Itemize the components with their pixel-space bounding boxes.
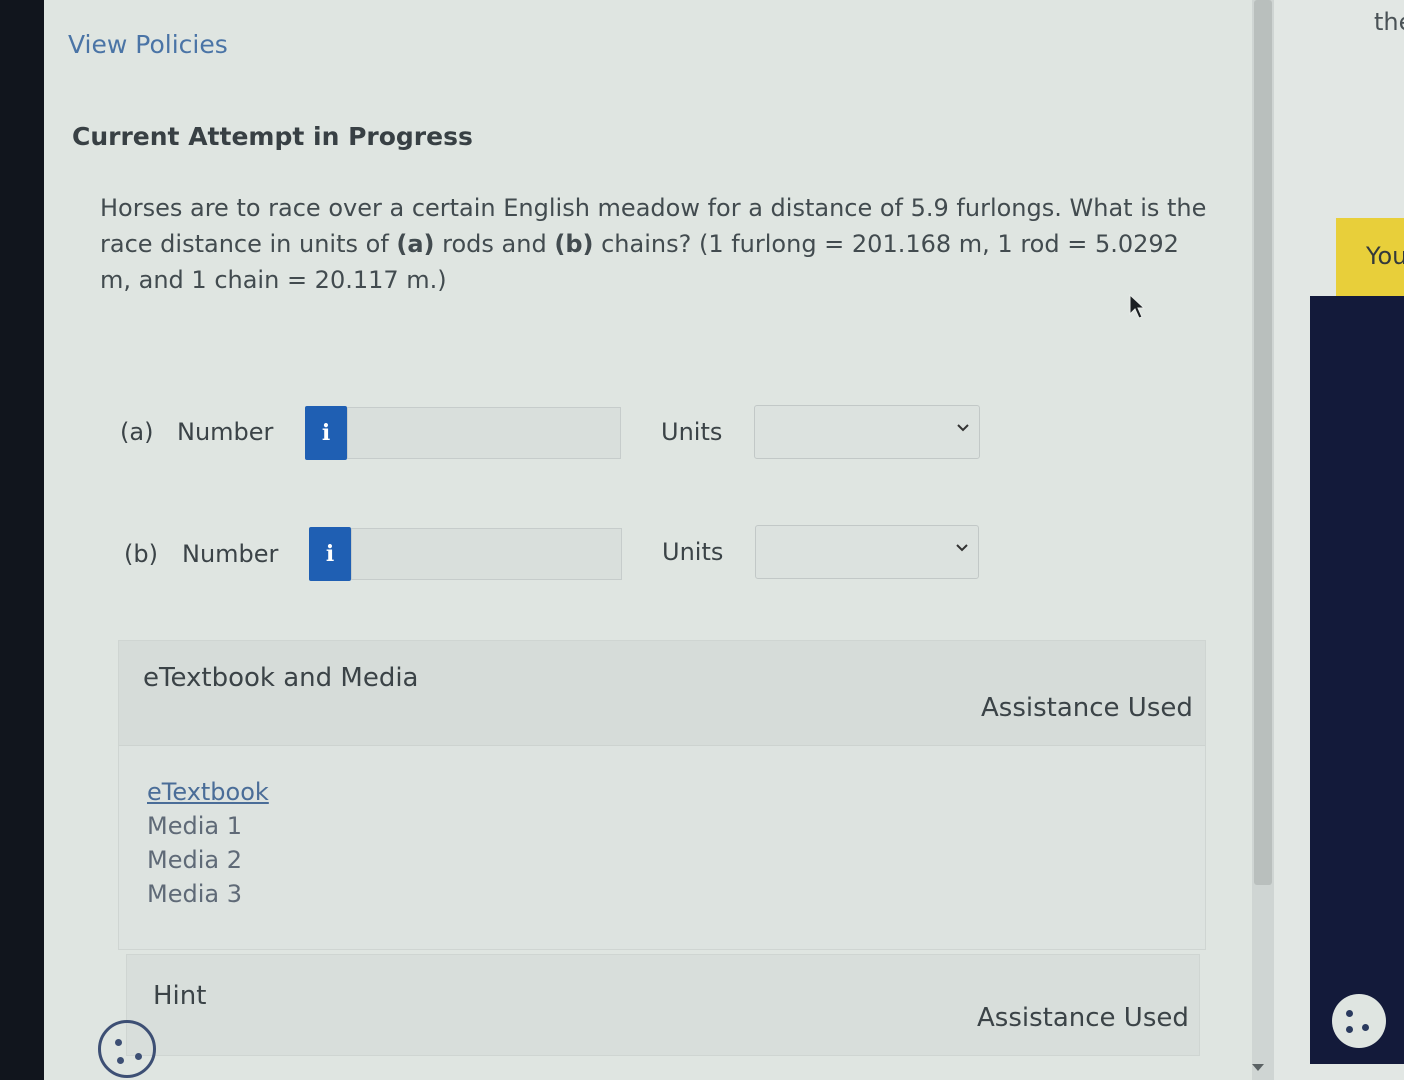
question-text-part-2: rods and: [434, 230, 555, 258]
part-a-units-select[interactable]: [754, 405, 980, 459]
etextbook-media-title: eTextbook and Media: [143, 663, 419, 693]
part-a-number-input[interactable]: [347, 407, 621, 459]
question-label-a: (a): [396, 230, 435, 258]
right-panel-banner-text: You: [1366, 242, 1404, 270]
etextbook-media-header[interactable]: eTextbook and Media Assistance Used: [119, 641, 1205, 746]
info-icon[interactable]: i: [309, 527, 351, 581]
scroll-down-arrow-icon[interactable]: [1252, 1064, 1264, 1071]
chevron-down-icon: [957, 424, 969, 432]
hint-title: Hint: [153, 981, 207, 1011]
media-2-link[interactable]: Media 2: [147, 843, 269, 877]
scrollbar-thumb[interactable]: [1254, 0, 1272, 885]
media-1-link[interactable]: Media 1: [147, 809, 269, 843]
part-b-units-label: Units: [662, 538, 724, 566]
etextbook-link[interactable]: eTextbook: [147, 775, 269, 809]
right-panel-text: the: [1374, 8, 1404, 36]
attempt-heading: Current Attempt in Progress: [72, 122, 473, 151]
hint-assistance-used-label: Assistance Used: [977, 1003, 1189, 1033]
media-3-link[interactable]: Media 3: [147, 877, 269, 911]
right-panel-navy-area: [1310, 296, 1404, 1064]
view-policies-link[interactable]: View Policies: [68, 30, 228, 59]
part-a-units-label: Units: [661, 418, 723, 446]
assistance-used-label: Assistance Used: [981, 693, 1193, 723]
media-list: eTextbook Media 1 Media 2 Media 3: [147, 775, 269, 911]
part-a-label: (a): [120, 418, 154, 446]
question-text: Horses are to race over a certain Englis…: [100, 190, 1210, 298]
cookie-icon[interactable]: [98, 1020, 156, 1078]
question-label-b: (b): [554, 230, 594, 258]
etextbook-media-card: eTextbook and Media Assistance Used eTex…: [118, 640, 1206, 950]
right-panel-banner: You: [1336, 218, 1404, 296]
cursor-arrow-icon: [1129, 294, 1146, 319]
part-b-number-input[interactable]: [351, 528, 622, 580]
part-a-number-label: Number: [177, 418, 274, 446]
screen-bezel: [0, 0, 44, 1080]
chevron-down-icon: [956, 544, 968, 552]
hint-card[interactable]: Hint Assistance Used: [126, 954, 1200, 1056]
part-b-units-select[interactable]: [755, 525, 979, 579]
cookie-icon[interactable]: [1332, 994, 1386, 1048]
info-icon[interactable]: i: [305, 406, 347, 460]
part-b-label: (b): [124, 540, 158, 568]
part-b-number-label: Number: [182, 540, 279, 568]
